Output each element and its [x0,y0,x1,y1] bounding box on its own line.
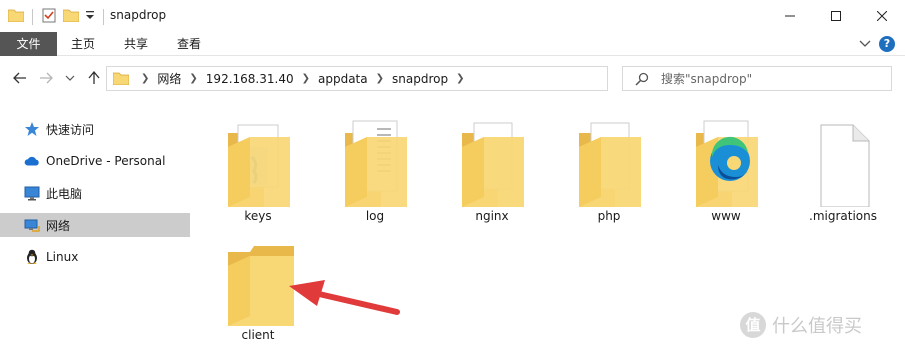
folder-icon [222,236,298,326]
sidebar-item-label: OneDrive - Personal [46,154,166,168]
chevron-right-icon[interactable]: ❯ [456,73,464,84]
edge-folder-icon [690,117,762,207]
toolbar-divider [103,8,104,25]
back-button[interactable] [10,68,30,88]
folder-icon[interactable] [7,8,25,25]
sidebar-item-label: 网络 [46,218,71,233]
window-title: snapdrop [110,8,167,22]
toolbar-divider [32,8,33,25]
folder-icon [112,71,130,88]
list-item[interactable]: www [668,105,784,223]
watermark-badge: 值 [740,312,766,338]
sidebar-item-onedrive[interactable]: OneDrive - Personal [0,149,190,173]
star-icon [24,121,40,137]
list-item[interactable]: php [551,105,667,223]
tab-file[interactable]: 文件 [0,32,57,56]
maximize-button[interactable] [813,0,859,32]
sidebar-item-label: Linux [46,250,79,264]
navigation-pane: 快速访问 OneDrive - Personal 此电脑 网络 Linux [0,101,190,349]
list-item[interactable]: log [317,105,433,223]
breadcrumb-snapdrop[interactable]: snapdrop [392,72,448,86]
chevron-right-icon[interactable]: ❯ [376,73,384,84]
navigation-bar: ❯ 网络 ❯ 192.168.31.40 ❯ appdata ❯ snapdro… [0,56,905,101]
folder-icon [222,117,294,207]
watermark-text: 什么值得买 [772,316,862,337]
address-bar[interactable]: ❯ 网络 ❯ 192.168.31.40 ❯ appdata ❯ snapdro… [106,66,703,91]
linux-penguin-icon [24,249,40,265]
tab-share[interactable]: 共享 [113,32,159,56]
breadcrumb: ❯ 网络 ❯ 192.168.31.40 ❯ appdata ❯ snapdro… [133,67,472,90]
annotation-arrow [289,280,400,315]
ribbon-tabs: 文件 主页 共享 查看 ? [0,32,905,56]
new-folder-icon[interactable] [62,8,80,25]
computer-icon [24,185,40,201]
breadcrumb-appdata[interactable]: appdata [318,72,368,86]
sidebar-item-quick-access[interactable]: 快速访问 [0,117,190,141]
chevron-right-icon[interactable]: ❯ [141,73,149,84]
folder-icon [573,117,645,207]
list-item[interactable]: .migrations [785,105,901,223]
up-button[interactable] [84,68,104,88]
sidebar-item-linux[interactable]: Linux [0,245,190,269]
expand-ribbon-icon[interactable] [859,37,871,51]
close-button[interactable] [859,0,905,32]
list-item[interactable]: keys [200,105,316,223]
ribbon-right-controls: ? [859,36,895,52]
file-name: keys [244,209,272,223]
cloud-icon [24,153,40,169]
search-input[interactable] [661,70,881,87]
chevron-right-icon[interactable]: ❯ [302,73,310,84]
tab-view[interactable]: 查看 [166,32,212,56]
file-name: client [241,328,275,342]
folder-icon [339,117,411,207]
file-name: .migrations [809,209,877,223]
minimize-button[interactable] [767,0,813,32]
forward-button[interactable] [36,68,56,88]
title-bar: snapdrop [0,0,905,32]
properties-icon[interactable] [41,7,57,26]
folder-icon [456,117,528,207]
customize-toolbar-icon[interactable] [85,9,95,24]
list-item[interactable]: nginx [434,105,550,223]
recent-locations-button[interactable] [60,68,80,88]
file-name: log [365,209,385,223]
watermark: 值 什么值得买 [740,312,862,338]
sidebar-item-network[interactable]: 网络 [0,213,190,237]
sidebar-item-label: 快速访问 [46,122,95,137]
breadcrumb-host[interactable]: 192.168.31.40 [206,72,294,86]
file-icon [807,117,879,208]
help-icon[interactable]: ? [879,36,895,52]
file-name: php [597,209,621,223]
tab-home[interactable]: 主页 [60,32,106,56]
chevron-right-icon[interactable]: ❯ [189,73,197,84]
file-name: nginx [475,209,509,223]
search-box[interactable] [622,66,892,91]
search-icon [635,72,649,89]
sidebar-item-this-pc[interactable]: 此电脑 [0,181,190,205]
breadcrumb-network[interactable]: 网络 [157,70,181,87]
file-name: www [711,209,741,223]
quick-access-toolbar [7,7,106,26]
sidebar-item-label: 此电脑 [46,186,83,201]
network-icon [24,217,40,233]
